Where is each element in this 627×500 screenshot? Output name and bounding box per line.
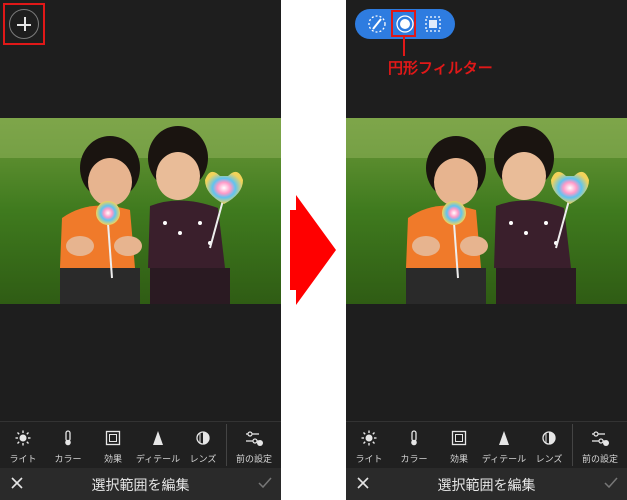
adjustment-toolbar: ライト カラー 効果 ディテール レンズ 前の設定 <box>346 421 627 468</box>
radial-filter-callout: 円形フィルター <box>388 59 493 77</box>
tool-label: レンズ <box>535 455 563 465</box>
previous-settings-button[interactable]: 前の設定 <box>227 422 281 468</box>
sun-icon <box>15 430 31 446</box>
adjustment-toolbar: ライト カラー 効果 ディテール レンズ 前の設定 <box>0 421 281 468</box>
tool-lens[interactable]: レンズ <box>526 422 572 468</box>
thermometer-icon <box>411 430 417 446</box>
checkmark-icon[interactable] <box>604 476 618 490</box>
triangle-icon <box>153 431 163 445</box>
tool-effects[interactable]: 効果 <box>90 422 136 468</box>
tool-label: カラー <box>54 455 82 465</box>
thermometer-icon <box>65 430 71 446</box>
linear-filter-icon <box>425 16 441 32</box>
tool-light[interactable]: ライト <box>346 422 392 468</box>
tool-light[interactable]: ライト <box>0 422 46 468</box>
triangle-icon <box>499 431 509 445</box>
previous-settings-label: 前の設定 <box>581 455 618 465</box>
tool-effects[interactable]: 効果 <box>436 422 482 468</box>
tool-label: 効果 <box>103 455 122 465</box>
tool-label: レンズ <box>189 455 217 465</box>
tool-color[interactable]: カラー <box>391 422 437 468</box>
sliders-icon <box>592 431 609 446</box>
tool-label: ライト <box>9 455 37 465</box>
highlight-box-add <box>3 3 45 45</box>
tool-detail[interactable]: ディテール <box>135 422 181 468</box>
tool-label: ライト <box>355 455 383 465</box>
tool-detail[interactable]: ディテール <box>481 422 527 468</box>
callout-line <box>403 37 405 56</box>
right-screen: 円形フィルター ライト カラー 効果 ディテール レンズ 前の設定 選択範囲を編… <box>346 0 627 500</box>
photo <box>346 118 627 304</box>
left-screen: ライト カラー 効果 ディテール レンズ 前の設定 選択範囲を編集 <box>0 0 281 500</box>
tool-label: ディテール <box>481 455 527 465</box>
previous-settings-button[interactable]: 前の設定 <box>573 422 627 468</box>
checkmark-icon[interactable] <box>258 476 272 490</box>
highlight-box-radial <box>391 10 416 37</box>
selection-edit-bar: 選択範囲を編集 <box>346 468 627 500</box>
frame-icon <box>105 430 121 446</box>
tool-lens[interactable]: レンズ <box>180 422 226 468</box>
frame-icon <box>451 430 467 446</box>
edit-selection-title: 選択範囲を編集 <box>437 478 536 494</box>
brush-filter-button[interactable] <box>365 12 389 36</box>
arrow-right-icon <box>290 195 336 305</box>
previous-settings-label: 前の設定 <box>235 455 272 465</box>
sliders-icon <box>246 431 263 446</box>
tool-label: ディテール <box>135 455 181 465</box>
edit-selection-title: 選択範囲を編集 <box>91 478 190 494</box>
tool-label: 効果 <box>449 455 468 465</box>
lens-icon <box>542 431 556 445</box>
linear-filter-button[interactable] <box>421 12 445 36</box>
selection-edit-bar: 選択範囲を編集 <box>0 468 281 500</box>
lens-icon <box>196 431 210 445</box>
sun-icon <box>361 430 377 446</box>
brush-icon <box>368 15 386 33</box>
photo <box>0 118 281 304</box>
tool-label: カラー <box>400 455 428 465</box>
tool-color[interactable]: カラー <box>45 422 91 468</box>
